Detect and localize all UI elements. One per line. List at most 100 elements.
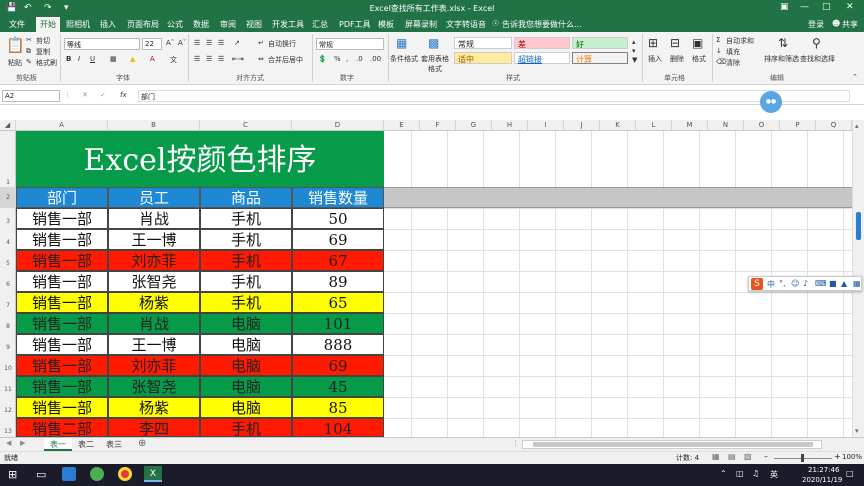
style-normal[interactable]: 常规 (454, 37, 512, 49)
zoom-level[interactable]: 100% (842, 453, 862, 461)
tab-formulas[interactable]: 公式 (167, 19, 183, 30)
quantity-cell[interactable]: 45 (292, 376, 384, 397)
row-header-3[interactable]: 3 (0, 218, 16, 225)
ime-voice-icon[interactable]: ♪ (803, 279, 808, 288)
dept-cell[interactable]: 销售一部 (16, 292, 108, 313)
shrink-font-icon[interactable]: Aˇ (178, 39, 186, 47)
app-icon-1[interactable] (62, 467, 76, 481)
row-header-1[interactable]: 1 (0, 179, 16, 186)
tab-view[interactable]: 视图 (246, 19, 262, 30)
sheet-next-icon[interactable]: ▶ (20, 439, 25, 447)
column-header-o[interactable]: O (744, 120, 780, 131)
underline-icon[interactable]: U (90, 55, 95, 63)
column-header-h[interactable]: H (492, 120, 528, 131)
percent-icon[interactable]: % (334, 55, 341, 63)
horizontal-scroll-thumb[interactable] (533, 442, 813, 447)
tell-me-box[interactable]: 告诉我您想要做什么... (502, 19, 582, 30)
product-cell[interactable]: 电脑 (200, 397, 292, 418)
style-neutral[interactable]: 适中 (454, 52, 512, 64)
row-header-2[interactable]: 2 (0, 187, 16, 208)
product-cell[interactable]: 手机 (200, 208, 292, 229)
close-icon[interactable]: ✕ (846, 2, 854, 12)
increase-decimal-icon[interactable]: .0 (356, 55, 363, 63)
share-button[interactable]: 共享 (842, 19, 858, 30)
column-header-n[interactable]: N (708, 120, 744, 131)
add-sheet-icon[interactable]: ⊕ (138, 438, 146, 449)
style-good[interactable]: 好 (572, 37, 628, 49)
ime-skin-icon[interactable]: ■ (829, 279, 837, 288)
clear-button[interactable]: 清除 (726, 58, 740, 68)
maximize-icon[interactable]: □ (822, 2, 831, 12)
excel-taskbar-icon[interactable]: X (144, 466, 162, 482)
header-cell-product[interactable]: 商品 (200, 187, 292, 208)
tab-developer[interactable]: 开发工具 (272, 19, 304, 30)
tab-insert[interactable]: 插入 (100, 19, 116, 30)
confirm-entry-icon[interactable]: ✓ (100, 91, 106, 99)
autosum-icon[interactable]: Σ (716, 36, 720, 44)
employee-cell[interactable]: 王一博 (108, 334, 200, 355)
zoom-out-icon[interactable]: – (764, 452, 768, 461)
formula-bar-menu-icon[interactable]: ⋮ (64, 91, 71, 99)
dept-cell[interactable]: 销售一部 (16, 229, 108, 250)
row-header-12[interactable]: 12 (0, 407, 16, 414)
cut-icon[interactable]: ✂ (26, 36, 32, 44)
insert-cells-button[interactable]: 插入 (648, 54, 662, 64)
employee-cell[interactable]: 李四 (108, 418, 200, 437)
ime-tray-icon[interactable]: 英 (770, 469, 778, 480)
row-header-9[interactable]: 9 (0, 344, 16, 351)
styles-scroll-up-icon[interactable]: ▴ (632, 38, 636, 46)
conditional-format-button[interactable]: 条件格式 (390, 54, 418, 64)
column-header-j[interactable]: J (564, 120, 600, 131)
floating-assistant-icon[interactable]: ●● (760, 91, 782, 113)
quantity-cell[interactable]: 89 (292, 271, 384, 292)
ime-punctuation-icon[interactable]: °, (779, 279, 786, 288)
copy-button[interactable]: 复制 (36, 47, 50, 57)
cancel-entry-icon[interactable]: ✕ (82, 91, 88, 99)
row-header-8[interactable]: 8 (0, 323, 16, 330)
ime-toolbar[interactable]: S 中 °, ☺ ♪ ⌨ ■ ▲ ▦ (748, 276, 862, 291)
column-header-c[interactable]: C (200, 120, 292, 131)
ime-emoji-icon[interactable]: ☺ (791, 279, 799, 288)
employee-cell[interactable]: 肖战 (108, 208, 200, 229)
dept-cell[interactable]: 销售一部 (16, 334, 108, 355)
page-break-view-icon[interactable]: ▧ (744, 452, 752, 461)
employee-cell[interactable]: 张智尧 (108, 376, 200, 397)
cut-button[interactable]: 剪切 (36, 36, 50, 46)
sheet-tab-1[interactable]: 表一 (44, 438, 72, 451)
row-header-6[interactable]: 6 (0, 281, 16, 288)
zoom-slider-thumb[interactable] (801, 454, 804, 462)
tab-data[interactable]: 数据 (193, 19, 209, 30)
tab-tts[interactable]: 文字转语音 (446, 19, 486, 30)
clear-icon[interactable]: ⌫ (716, 58, 726, 66)
formula-input[interactable]: 部门 (138, 90, 850, 102)
format-cells-button[interactable]: 格式 (692, 54, 706, 64)
quantity-cell[interactable]: 69 (292, 355, 384, 376)
format-cells-icon[interactable]: ▣ (692, 36, 703, 50)
sheet-banner-title[interactable]: Excel按颜色排序 (16, 131, 384, 187)
number-format-combo[interactable]: 常规 (316, 38, 384, 50)
fill-button[interactable]: 填充 (726, 47, 740, 57)
task-view-icon[interactable]: ▭ (36, 468, 46, 481)
column-header-m[interactable]: M (672, 120, 708, 131)
page-layout-view-icon[interactable]: ▤ (728, 452, 736, 461)
column-header-l[interactable]: L (636, 120, 672, 131)
fill-icon[interactable]: ↓ (716, 47, 722, 55)
column-header-e[interactable]: E (384, 120, 420, 131)
product-cell[interactable]: 手机 (200, 418, 292, 437)
column-header-g[interactable]: G (456, 120, 492, 131)
windows-start-icon[interactable]: ⊞ (8, 468, 17, 481)
align-top-icon[interactable]: ☰ (194, 39, 200, 47)
insert-cells-icon[interactable]: ⊞ (648, 36, 658, 50)
collapse-ribbon-icon[interactable]: ⌃ (852, 73, 858, 81)
paste-button[interactable]: 粘贴 (8, 58, 22, 68)
tab-file[interactable]: 文件 (9, 19, 25, 30)
delete-cells-icon[interactable]: ⊟ (670, 36, 680, 50)
row-header-11[interactable]: 11 (0, 386, 16, 393)
tab-page-layout[interactable]: 页面布局 (127, 19, 159, 30)
notification-icon[interactable]: □ (846, 469, 854, 478)
dept-cell[interactable]: 销售一部 (16, 271, 108, 292)
column-header-a[interactable]: A (16, 120, 108, 131)
tab-review[interactable]: 审阅 (220, 19, 236, 30)
find-select-button[interactable]: 查找和选择 (800, 54, 835, 64)
normal-view-icon[interactable]: ▦ (712, 452, 720, 461)
